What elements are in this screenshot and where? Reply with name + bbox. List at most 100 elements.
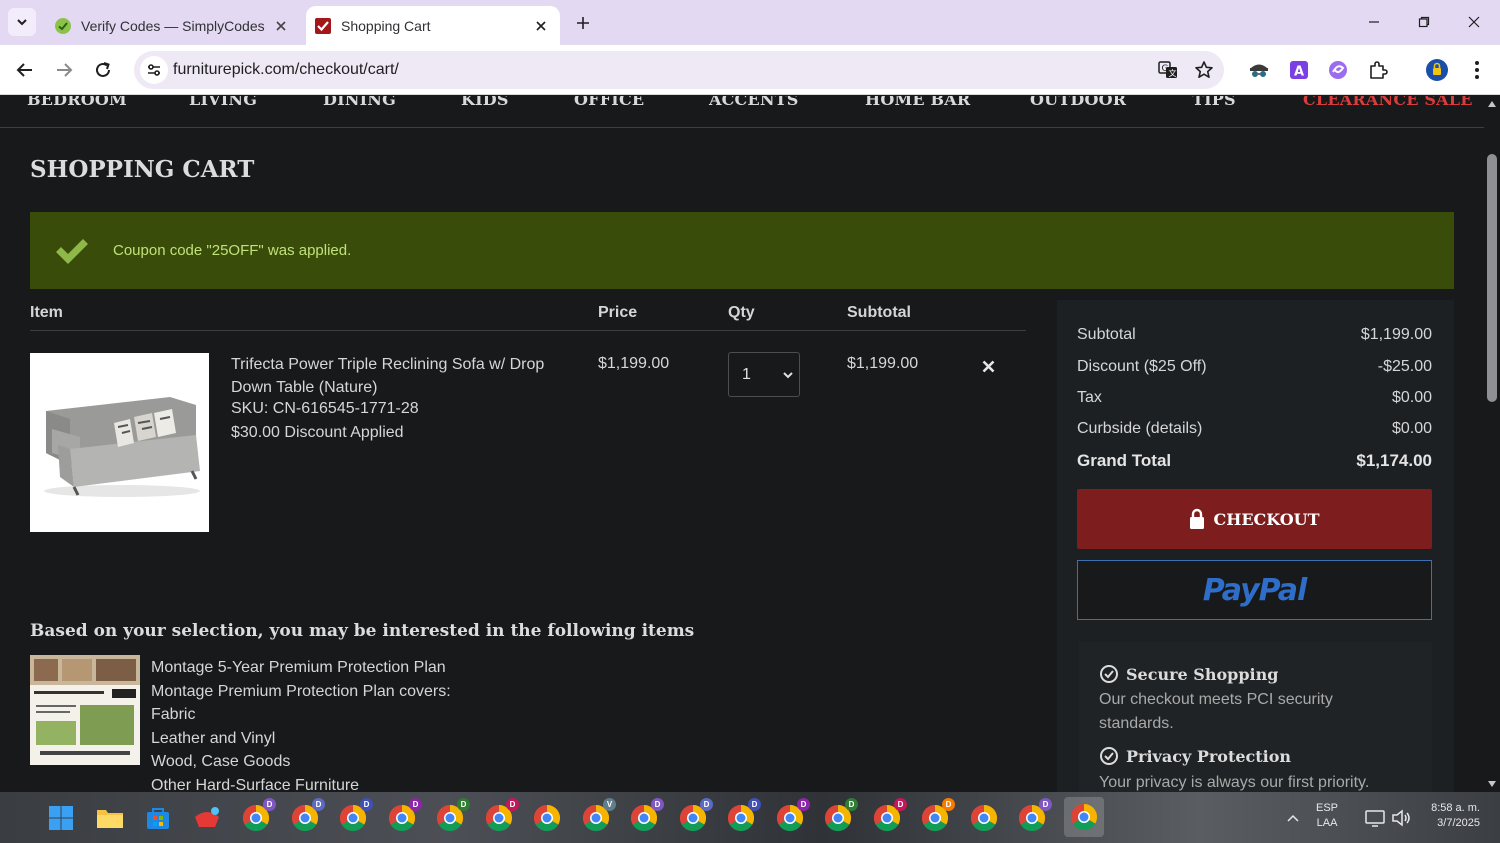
scroll-up-arrow-icon[interactable] bbox=[1487, 100, 1497, 108]
nav-item-living[interactable]: LIVING bbox=[189, 96, 257, 109]
tab-shopping-cart[interactable]: Shopping Cart bbox=[306, 6, 560, 45]
chevron-up-icon bbox=[1287, 814, 1299, 822]
summary-value: $0.00 bbox=[1391, 389, 1432, 406]
plus-icon bbox=[577, 17, 589, 29]
chrome-window-button[interactable]: V bbox=[579, 798, 616, 835]
start-button[interactable] bbox=[44, 801, 78, 835]
profile-badge: D bbox=[845, 798, 858, 811]
product-image[interactable] bbox=[30, 353, 209, 532]
chrome-window-button[interactable]: D bbox=[336, 798, 373, 835]
extension-spy-icon[interactable] bbox=[1247, 58, 1271, 82]
chrome-window-button[interactable]: D bbox=[773, 798, 810, 835]
restore-icon bbox=[1418, 16, 1430, 28]
curbside-details-link[interactable]: Curbside (details) bbox=[1077, 420, 1202, 438]
tab-verify-codes[interactable]: Verify Codes — SimplyCodes bbox=[46, 6, 300, 45]
summary-value: -$25.00 bbox=[1377, 358, 1432, 375]
reload-button[interactable] bbox=[88, 55, 118, 85]
app-icon bbox=[195, 807, 219, 827]
nav-item-accents[interactable]: ACCENTS bbox=[709, 96, 799, 109]
nav-item-kids[interactable]: KIDS bbox=[461, 96, 509, 109]
remove-item-button[interactable] bbox=[978, 356, 998, 376]
protection-plan-image[interactable] bbox=[30, 655, 140, 765]
language-indicator[interactable]: ESP LAA bbox=[1316, 801, 1338, 831]
secure-shopping-title: Secure Shopping bbox=[1126, 664, 1279, 684]
quantity-value: 1 bbox=[742, 366, 751, 383]
forward-button[interactable] bbox=[49, 55, 79, 85]
nav-item-home-bar[interactable]: HOME BAR bbox=[865, 96, 970, 109]
nav-item-dining[interactable]: DINING bbox=[323, 96, 396, 109]
chrome-menu-icon[interactable] bbox=[1465, 58, 1489, 82]
product-price: $1,199.00 bbox=[598, 355, 670, 372]
volume-button[interactable] bbox=[1384, 801, 1418, 835]
tab-search-button[interactable] bbox=[8, 8, 36, 36]
product-name-link[interactable]: Trifecta Power Triple Reclining Sofa w/ … bbox=[231, 353, 571, 399]
chrome-window-button[interactable] bbox=[967, 801, 1001, 835]
extension-swirl-icon[interactable] bbox=[1326, 58, 1350, 82]
close-window-button[interactable] bbox=[1458, 8, 1490, 36]
url-text[interactable]: furniturepick.com/checkout/cart/ bbox=[173, 61, 399, 79]
privacy-protection-text: Your privacy is always our first priorit… bbox=[1099, 774, 1370, 791]
extensions-puzzle-icon[interactable] bbox=[1366, 58, 1390, 82]
chrome-window-button[interactable]: D bbox=[627, 798, 664, 835]
scroll-down-arrow-icon[interactable] bbox=[1487, 780, 1497, 788]
order-summary: Subtotal $1,199.00 Discount ($25 Off) -$… bbox=[1057, 300, 1454, 792]
chrome-window-button[interactable]: D bbox=[821, 798, 858, 835]
translate-icon[interactable]: G文 bbox=[1157, 59, 1179, 81]
chrome-window-button[interactable]: D bbox=[676, 798, 713, 835]
chrome-window-button[interactable]: D bbox=[482, 798, 519, 835]
plan-title-link[interactable]: Montage 5-Year Premium Protection Plan bbox=[151, 656, 451, 680]
extension-a-icon[interactable]: A bbox=[1287, 58, 1311, 82]
chevron-down-icon bbox=[783, 372, 793, 379]
windows-logo-icon bbox=[49, 806, 73, 830]
chrome-window-button[interactable]: D bbox=[918, 798, 955, 835]
column-header-qty: Qty bbox=[728, 304, 755, 321]
privacy-protection-heading: Privacy Protection bbox=[1099, 746, 1291, 766]
new-tab-button[interactable] bbox=[570, 10, 596, 36]
site-info-button[interactable] bbox=[140, 56, 168, 84]
nav-item-clearance-sale[interactable]: CLEARANCE SALE bbox=[1303, 96, 1473, 109]
profile-badge: D bbox=[700, 798, 713, 811]
store-icon bbox=[147, 808, 169, 829]
profile-badge: D bbox=[360, 798, 373, 811]
back-button[interactable] bbox=[10, 55, 40, 85]
show-hidden-icons-button[interactable] bbox=[1276, 801, 1310, 835]
profile-avatar-icon[interactable] bbox=[1425, 58, 1449, 82]
chrome-window-button[interactable]: D bbox=[1015, 798, 1052, 835]
nav-item-office[interactable]: OFFICE bbox=[574, 96, 644, 109]
close-tab-icon[interactable] bbox=[532, 17, 550, 35]
checkout-button[interactable]: CHECKOUT bbox=[1077, 489, 1432, 549]
chrome-window-button[interactable] bbox=[1064, 797, 1104, 837]
nav-item-tips[interactable]: TIPS bbox=[1192, 96, 1236, 109]
paypal-button[interactable]: PayPal bbox=[1077, 560, 1432, 620]
plan-line: Other Hard-Surface Furniture bbox=[151, 776, 360, 793]
chrome-window-button[interactable]: D bbox=[724, 798, 761, 835]
system-clock[interactable]: 8:58 a. m. 3/7/2025 bbox=[1418, 801, 1480, 831]
quantity-select[interactable]: 1 bbox=[728, 352, 800, 397]
page-scrollbar[interactable] bbox=[1484, 96, 1500, 792]
chrome-window-button[interactable]: D bbox=[288, 798, 325, 835]
chrome-window-button[interactable]: D bbox=[433, 798, 470, 835]
nav-item-bedroom[interactable]: BEDROOM bbox=[27, 96, 127, 109]
close-tab-icon[interactable] bbox=[272, 17, 290, 35]
address-bar[interactable]: furniturepick.com/checkout/cart/ G文 bbox=[134, 51, 1224, 89]
minimize-button[interactable] bbox=[1358, 8, 1390, 36]
reload-icon bbox=[96, 62, 110, 77]
browser-toolbar: furniturepick.com/checkout/cart/ G文 A bbox=[0, 45, 1500, 95]
chrome-window-button[interactable]: D bbox=[385, 798, 422, 835]
summary-value: $0.00 bbox=[1391, 420, 1432, 437]
scrollbar-thumb[interactable] bbox=[1487, 154, 1497, 402]
red-app-button[interactable] bbox=[190, 801, 224, 835]
svg-text:A: A bbox=[1294, 65, 1304, 80]
protection-plan-brochure-image bbox=[30, 655, 140, 765]
tab-title: Shopping Cart bbox=[341, 17, 431, 34]
check-circle-icon bbox=[1100, 747, 1118, 765]
chrome-window-button[interactable]: D bbox=[870, 798, 907, 835]
restore-button[interactable] bbox=[1408, 8, 1440, 36]
chrome-window-button[interactable]: D bbox=[239, 798, 276, 835]
nav-item-outdoor[interactable]: OUTDOOR bbox=[1030, 96, 1126, 109]
chrome-window-button[interactable] bbox=[530, 801, 564, 835]
coupon-message-text: Coupon code "25OFF" was applied. bbox=[113, 242, 352, 259]
bookmark-star-icon[interactable] bbox=[1193, 59, 1215, 81]
store-button[interactable] bbox=[141, 801, 175, 835]
file-explorer-button[interactable] bbox=[93, 801, 127, 835]
